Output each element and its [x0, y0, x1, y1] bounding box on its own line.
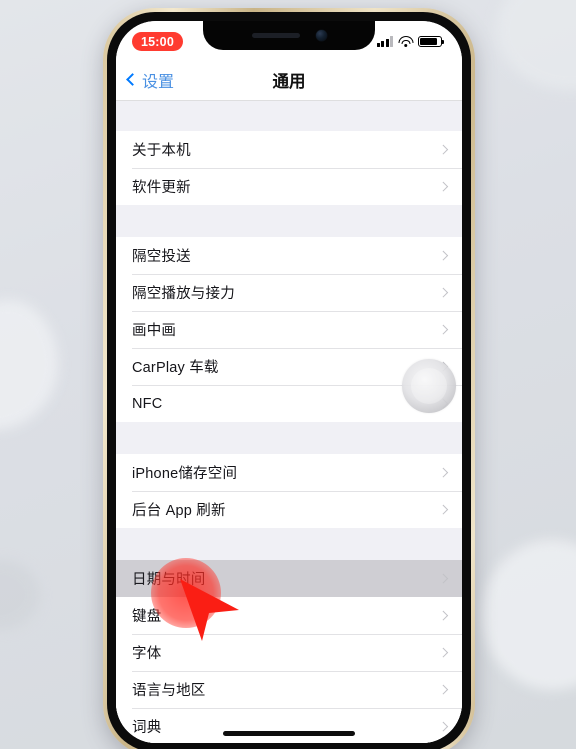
settings-list[interactable]: 关于本机软件更新隔空投送隔空播放与接力 画中画 CarPlay 车载 NFC iPhon… [116, 101, 462, 743]
list-item-label: NFC [132, 395, 163, 412]
list-item-label: 语言与地区 [132, 683, 206, 699]
chevron-right-icon [438, 467, 448, 478]
assistive-touch-button[interactable] [402, 359, 456, 413]
back-button-label: 设置 [142, 73, 175, 91]
home-indicator [223, 731, 355, 736]
chevron-right-icon [438, 324, 448, 335]
navigation-bar: 设置 通用 [116, 59, 462, 101]
list-item[interactable]: 键盘 [116, 597, 462, 634]
list-item-label: 画中画 [132, 323, 177, 339]
section-separator [116, 528, 462, 560]
list-item-label: 软件更新 [132, 180, 191, 196]
wifi-icon [398, 36, 413, 47]
list-item[interactable]: 后台 App 刷新 [116, 491, 462, 528]
chevron-right-icon [438, 144, 448, 155]
list-item[interactable]: 软件更新 [116, 168, 462, 205]
background-blob [0, 300, 58, 430]
list-item-label: 键盘 [132, 609, 162, 625]
list-item-label: 隔空播放与接力 [132, 286, 235, 302]
background-blob [482, 540, 576, 690]
phone-screen: 15:00 设置 通用 关于本机 软件更新 隔空投送 隔空播放与接力 画中画 C… [116, 21, 462, 743]
recording-time-pill[interactable]: 15:00 [132, 32, 183, 51]
chevron-right-icon [438, 684, 448, 695]
iphone-device: 15:00 设置 通用 关于本机 软件更新 隔空投送 隔空播放与接力 画中画 C… [103, 8, 475, 749]
section-separator [116, 422, 462, 454]
chevron-right-icon [438, 721, 448, 732]
list-item[interactable]: 隔空播放与接力 [116, 274, 462, 311]
list-item-label: 后台 App 刷新 [132, 503, 226, 519]
chevron-left-icon [126, 73, 139, 86]
back-button[interactable]: 设置 [116, 68, 174, 92]
list-item[interactable]: 日期与时间 [116, 560, 462, 597]
chevron-right-icon [438, 287, 448, 298]
list-item-label: 关于本机 [132, 143, 191, 159]
speaker-grille-icon [251, 33, 300, 38]
list-item-label: 隔空投送 [132, 249, 191, 265]
settings-group: iPhone储存空间 后台 App 刷新 [116, 454, 462, 528]
list-item[interactable]: 语言与地区 [116, 671, 462, 708]
list-item-label: iPhone储存空间 [132, 466, 238, 482]
chevron-right-icon [438, 250, 448, 261]
settings-group: 关于本机 软件更新 [116, 131, 462, 205]
backdrop: 15:00 设置 通用 关于本机 软件更新 隔空投送 隔空播放与接力 画中画 C… [0, 0, 576, 749]
list-item-label: 日期与时间 [132, 572, 206, 588]
settings-group: 日期与时间键盘字体语言与地区词典 [116, 560, 462, 743]
status-icons [376, 35, 444, 48]
list-item-label: 字体 [132, 646, 162, 662]
list-item[interactable]: 画中画 [116, 311, 462, 348]
section-separator [116, 205, 462, 237]
chevron-right-icon [438, 181, 448, 192]
chevron-right-icon [438, 504, 448, 515]
phone-bezel: 15:00 设置 通用 关于本机 软件更新 隔空投送 隔空播放与接力 画中画 C… [107, 12, 471, 749]
list-item[interactable]: iPhone储存空间 [116, 454, 462, 491]
list-item[interactable]: 关于本机 [116, 131, 462, 168]
background-blob [0, 560, 40, 630]
chevron-right-icon [438, 610, 448, 621]
list-item[interactable]: 隔空投送 [116, 237, 462, 274]
section-separator [116, 101, 462, 131]
front-camera-icon [315, 30, 327, 41]
chevron-right-icon [438, 573, 448, 584]
list-item[interactable]: 词典 [116, 708, 462, 743]
chevron-right-icon [438, 647, 448, 658]
battery-icon [418, 35, 444, 48]
list-item[interactable]: 字体 [116, 634, 462, 671]
signal-icon [376, 36, 393, 47]
list-item-label: CarPlay 车载 [132, 360, 219, 376]
notch [203, 21, 375, 50]
background-blob [496, 0, 576, 90]
